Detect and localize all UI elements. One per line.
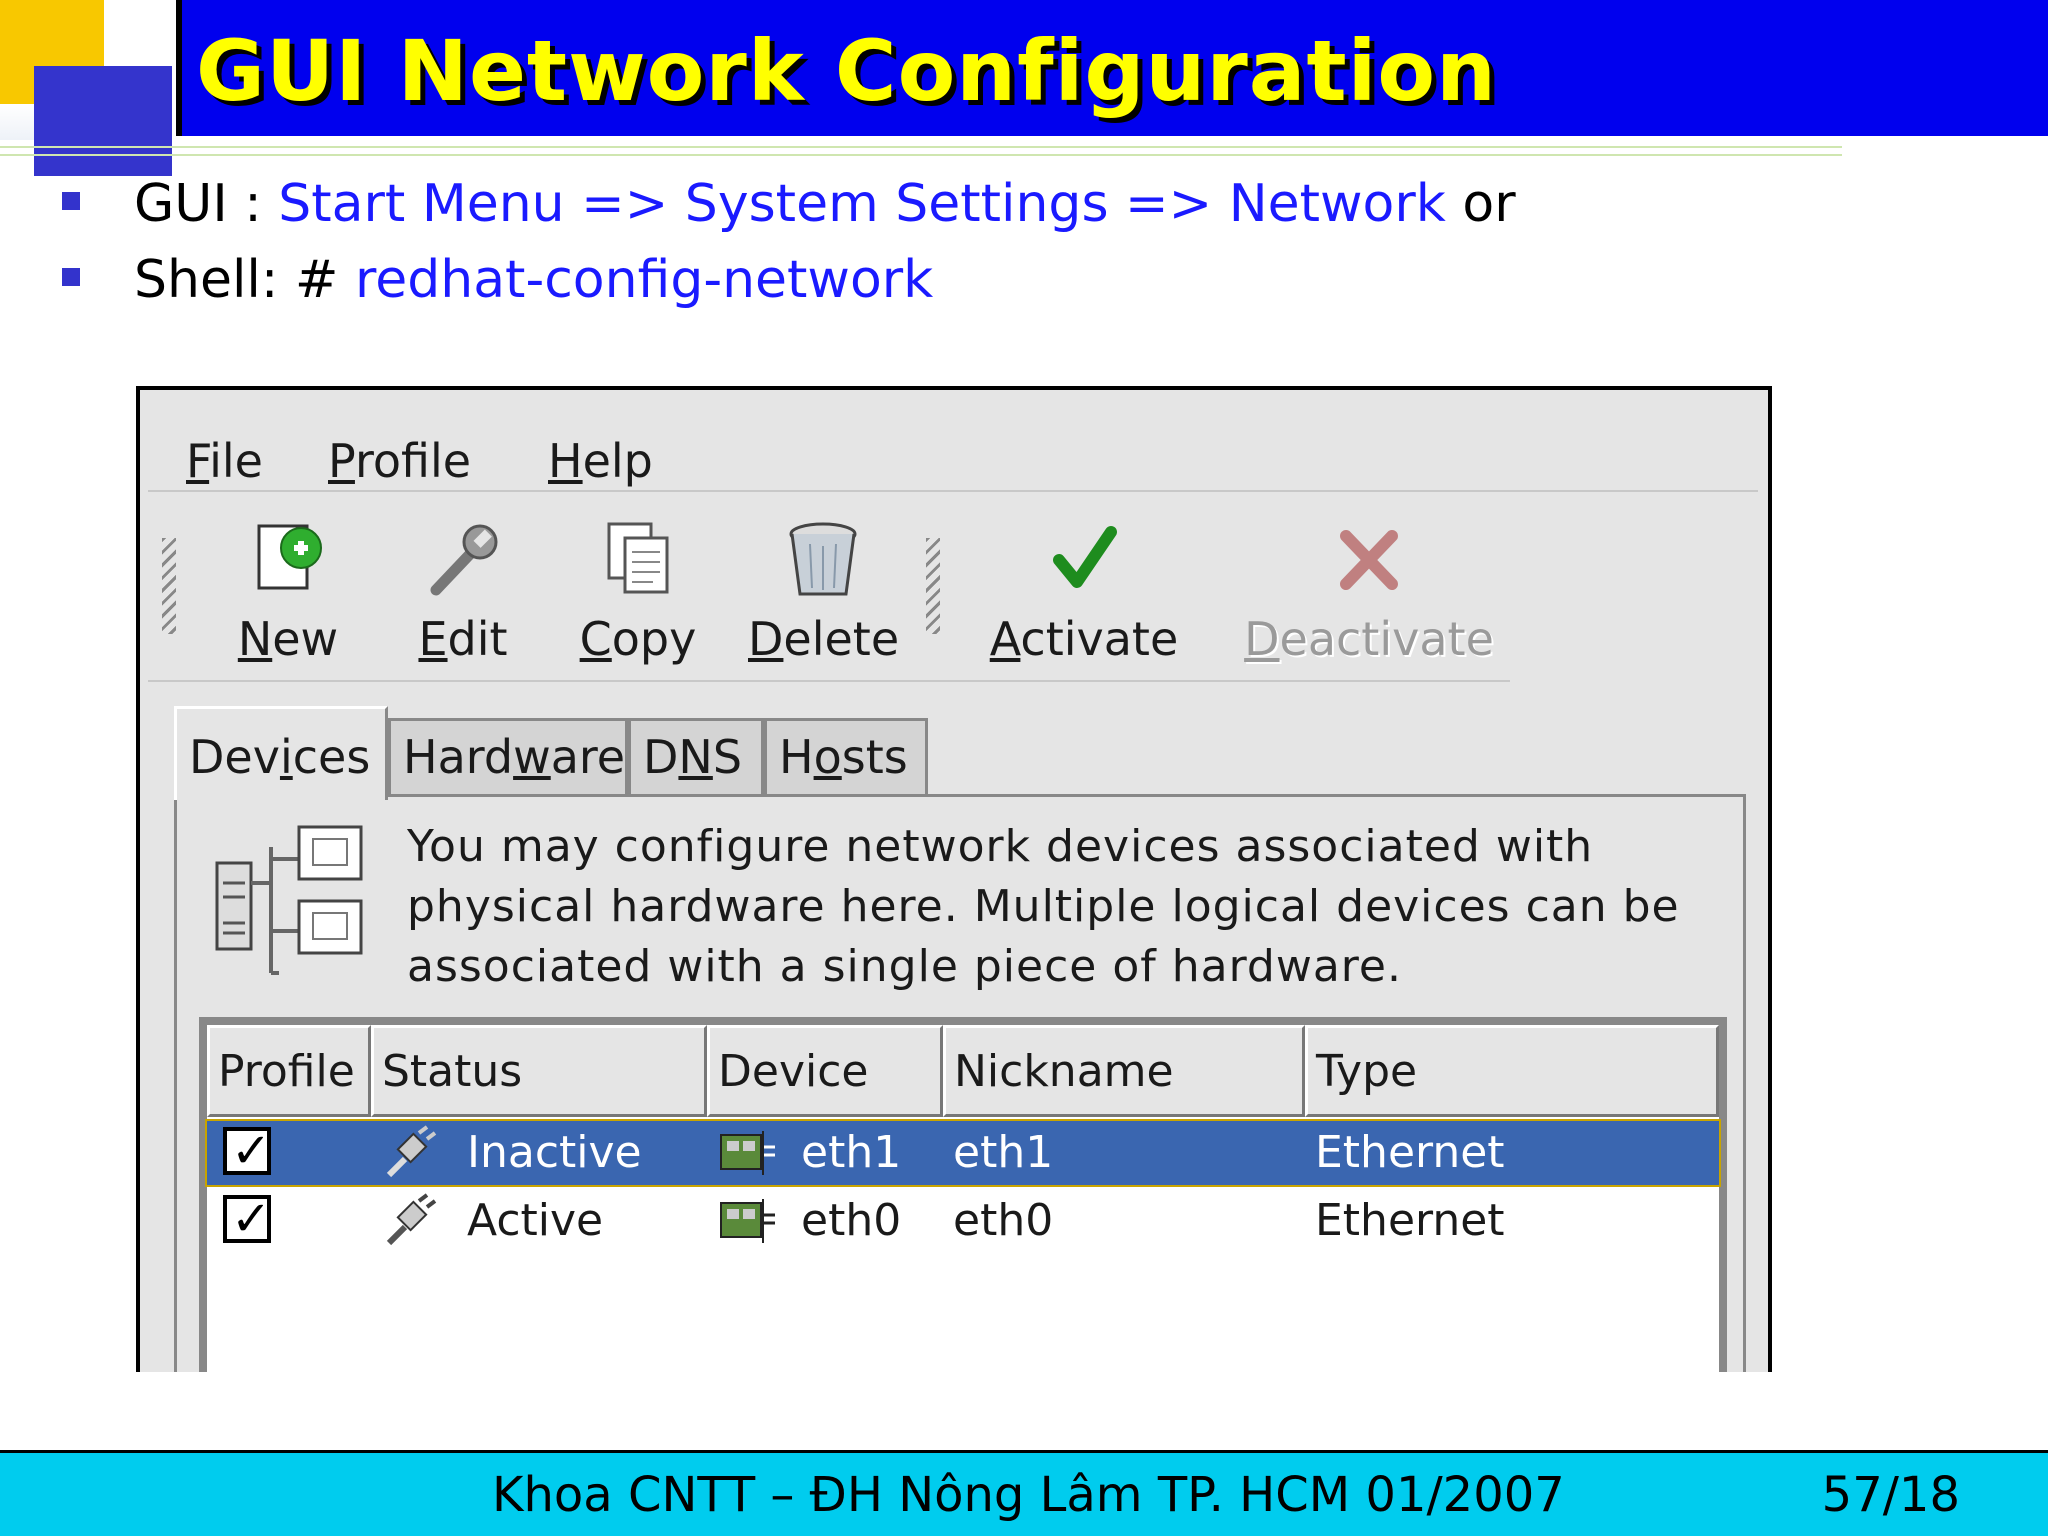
column-status[interactable]: Status xyxy=(371,1025,707,1117)
menu-profile[interactable]: Profile xyxy=(328,434,471,488)
type-cell: Ethernet xyxy=(1315,1127,1505,1178)
toolbar: New Edit Copy Delete Activate Deactivate xyxy=(148,494,1510,682)
network-config-window: File Profile Help New Edit Copy Delete A… xyxy=(136,386,1772,1372)
bullet-gui: GUI : Start Menu => System Settings => N… xyxy=(58,166,1516,242)
decor-blue-square xyxy=(34,66,172,176)
device-cell: eth1 xyxy=(801,1127,902,1178)
trash-icon xyxy=(789,522,857,596)
new-file-icon xyxy=(257,524,322,590)
bullet-shell-prefix: Shell: # xyxy=(134,250,355,310)
deactivate-label: Deactivate xyxy=(1244,612,1494,666)
title-rule xyxy=(0,146,1842,156)
bullet-shell: Shell: # redhat-config-network xyxy=(58,242,1516,318)
network-card-icon xyxy=(720,1131,775,1175)
nickname-cell: eth1 xyxy=(953,1127,1054,1178)
bullet-list: GUI : Start Menu => System Settings => N… xyxy=(58,166,1516,318)
column-device[interactable]: Device xyxy=(707,1025,943,1117)
type-cell: Ethernet xyxy=(1315,1195,1505,1246)
devices-table: Profile Status Device Nickname Type ✓ In… xyxy=(199,1017,1727,1372)
bullet-square-icon xyxy=(62,192,80,210)
title-bar: GUI Network Configuration xyxy=(176,0,2048,136)
checkmark-icon xyxy=(1053,526,1117,588)
column-profile[interactable]: Profile xyxy=(207,1025,371,1117)
x-icon xyxy=(1340,530,1398,590)
wrench-icon xyxy=(430,524,498,596)
activate-button[interactable]: Activate xyxy=(984,494,1184,680)
footer-text: Khoa CNTT – ĐH Nông Lâm TP. HCM 01/2007 xyxy=(492,1467,1565,1523)
bullet-gui-prefix: GUI : xyxy=(134,174,279,234)
edit-button[interactable]: Edit xyxy=(398,494,528,680)
status-cell: Inactive xyxy=(467,1127,642,1178)
devices-panel: You may configure network devices associ… xyxy=(174,794,1746,1372)
bullet-gui-suffix: or xyxy=(1445,174,1516,234)
status-cell: Active xyxy=(467,1195,604,1246)
bullet-square-icon xyxy=(62,268,80,286)
device-cell: eth0 xyxy=(801,1195,902,1246)
column-nickname[interactable]: Nickname xyxy=(943,1025,1305,1117)
nickname-cell: eth0 xyxy=(953,1195,1054,1246)
profile-checkbox[interactable]: ✓ xyxy=(223,1123,271,1179)
network-card-icon xyxy=(720,1199,775,1243)
delete-button[interactable]: Delete xyxy=(748,494,900,680)
menu-help[interactable]: Help xyxy=(548,434,653,488)
deactivate-button[interactable]: Deactivate xyxy=(1244,494,1494,680)
network-devices-icon xyxy=(215,825,363,975)
tab-devices[interactable]: Devices xyxy=(174,706,388,800)
toolbar-grip[interactable] xyxy=(926,538,940,634)
page-number: 57/18 xyxy=(1821,1467,1960,1523)
slide-title: GUI Network Configuration xyxy=(196,22,1497,120)
copy-label: Copy xyxy=(579,612,697,666)
tab-hardware[interactable]: Hardware xyxy=(388,718,628,796)
new-label: New xyxy=(237,612,339,666)
tab-hosts[interactable]: Hosts xyxy=(764,718,928,796)
toolbar-grip[interactable] xyxy=(162,538,176,634)
footer-bar: Khoa CNTT – ĐH Nông Lâm TP. HCM 01/2007 … xyxy=(0,1450,2048,1536)
plug-connected-icon xyxy=(386,1193,437,1246)
column-type[interactable]: Type xyxy=(1305,1025,1719,1117)
plug-disconnected-icon xyxy=(386,1125,437,1178)
devices-description: You may configure network devices associ… xyxy=(407,821,1680,992)
delete-label: Delete xyxy=(748,612,900,666)
menubar: File Profile Help xyxy=(148,398,1758,492)
table-row[interactable]: ✓ Inactive eth1 eth1 Ethernet xyxy=(205,1119,1721,1187)
new-button[interactable]: New xyxy=(218,494,358,680)
copy-button[interactable]: Copy xyxy=(568,494,708,680)
copy-icon xyxy=(607,522,669,594)
activate-label: Activate xyxy=(989,612,1179,666)
profile-checkbox[interactable]: ✓ xyxy=(223,1191,271,1247)
menu-file[interactable]: File xyxy=(186,434,263,488)
tab-dns[interactable]: DNS xyxy=(628,718,764,796)
bullet-shell-command: redhat-config-network xyxy=(355,250,934,310)
edit-label: Edit xyxy=(418,612,508,666)
bullet-gui-path: Start Menu => System Settings => Network xyxy=(278,174,1446,234)
table-row[interactable]: ✓ Active eth0 eth0 Ethernet xyxy=(207,1189,1719,1253)
